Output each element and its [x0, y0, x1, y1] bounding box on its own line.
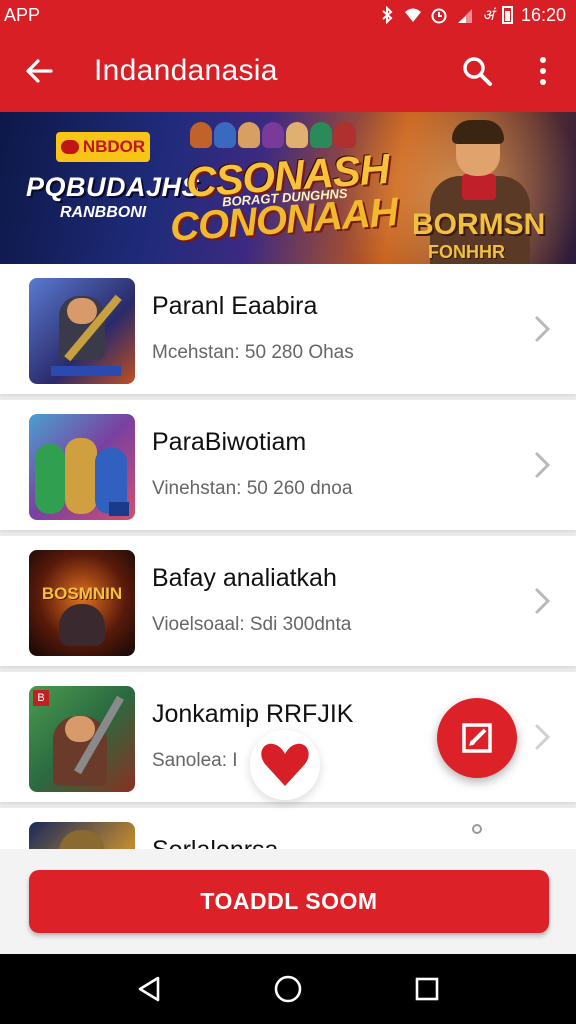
status-icons: अं 16:20 — [378, 5, 566, 26]
more-options-button[interactable] — [510, 30, 576, 112]
game-detail: Sanolea: I — [152, 750, 238, 771]
status-bar: APP अं 16:20 — [0, 0, 576, 30]
app-bar: Indandanasia — [0, 30, 576, 112]
recents-square-icon — [415, 977, 438, 1001]
favorite-button[interactable] — [250, 730, 320, 800]
badge-pill-icon — [60, 140, 79, 154]
list-item[interactable]: Sorlalonrsa — [0, 808, 576, 849]
bluetooth-icon — [382, 6, 393, 24]
nav-home-button[interactable] — [268, 969, 308, 1009]
wifi-icon — [405, 8, 422, 22]
signal-icon — [458, 9, 473, 23]
edit-fab[interactable] — [437, 698, 517, 778]
back-triangle-icon — [139, 976, 160, 1002]
bottom-action-area: TOADDL SOOM — [0, 849, 576, 954]
game-thumbnail — [29, 278, 135, 384]
thumb-logo-text: BOSMNIN — [41, 584, 123, 603]
search-icon — [463, 57, 492, 86]
scroll-indicator-dot — [472, 824, 482, 834]
game-title: Sorlalonrsa — [152, 836, 278, 849]
network-label: अं — [482, 7, 494, 24]
edit-icon — [462, 723, 492, 753]
banner-right-subtitle: FONHHR — [428, 242, 505, 262]
game-thumbnail: B — [29, 686, 135, 792]
banner-heroes-image — [190, 122, 356, 148]
chevron-right-icon — [535, 588, 551, 614]
alarm-icon — [431, 8, 447, 24]
game-detail: Vinehstan: 50 260 dnoa — [152, 478, 353, 499]
carrier-label: APP — [4, 4, 41, 25]
primary-action-button[interactable]: TOADDL SOOM — [29, 870, 549, 933]
game-detail: Mcehstan: 50 280 Ohas — [152, 342, 354, 363]
chevron-right-icon — [535, 724, 551, 750]
page-title: Indandanasia — [94, 54, 278, 87]
banner-badge: NBDOR — [56, 132, 150, 162]
system-nav-bar — [0, 954, 576, 1024]
badge-label: NBDOR — [82, 137, 146, 156]
game-title: ParaBiwotiam — [152, 428, 307, 456]
game-thumbnail: BOSMNIN — [29, 550, 135, 656]
game-title: Paranl Eaabira — [152, 292, 318, 320]
chevron-right-icon — [535, 316, 551, 342]
back-arrow-icon — [26, 59, 53, 83]
game-thumbnail — [29, 822, 135, 849]
back-button[interactable] — [0, 30, 78, 112]
nav-recents-button[interactable] — [407, 969, 447, 1009]
banner-left-subtitle: RANBBONI — [60, 204, 147, 221]
banner-right-title: BORMSN — [412, 208, 546, 241]
game-detail: Vioelsoaal: Sdi 300dnta — [152, 614, 352, 635]
thumb-badge-text: B — [33, 690, 49, 706]
game-thumbnail — [29, 414, 135, 520]
search-button[interactable] — [444, 30, 510, 112]
promo-banner[interactable]: NBDOR PQBUDAJHS RANBBONI CSONASH BORAGT … — [0, 112, 576, 264]
battery-icon — [501, 6, 513, 24]
list-item[interactable]: ParaBiwotiam Vinehstan: 50 260 dnoa — [0, 400, 576, 530]
home-circle-icon — [274, 975, 302, 1003]
game-title: Bafay analiatkah — [152, 564, 337, 592]
nav-back-button[interactable] — [129, 969, 169, 1009]
heart-icon — [261, 743, 309, 786]
banner-left-title: PQBUDAJHS — [26, 172, 201, 202]
chevron-right-icon — [535, 452, 551, 478]
list-item[interactable]: Paranl Eaabira Mcehstan: 50 280 Ohas — [0, 264, 576, 394]
more-vert-icon — [540, 57, 546, 85]
clock: 16:20 — [520, 4, 566, 25]
game-title: Jonkamip RRFJIK — [152, 700, 354, 728]
list-item[interactable]: BOSMNIN Bafay analiatkah Vioelsoaal: Sdi… — [0, 536, 576, 666]
